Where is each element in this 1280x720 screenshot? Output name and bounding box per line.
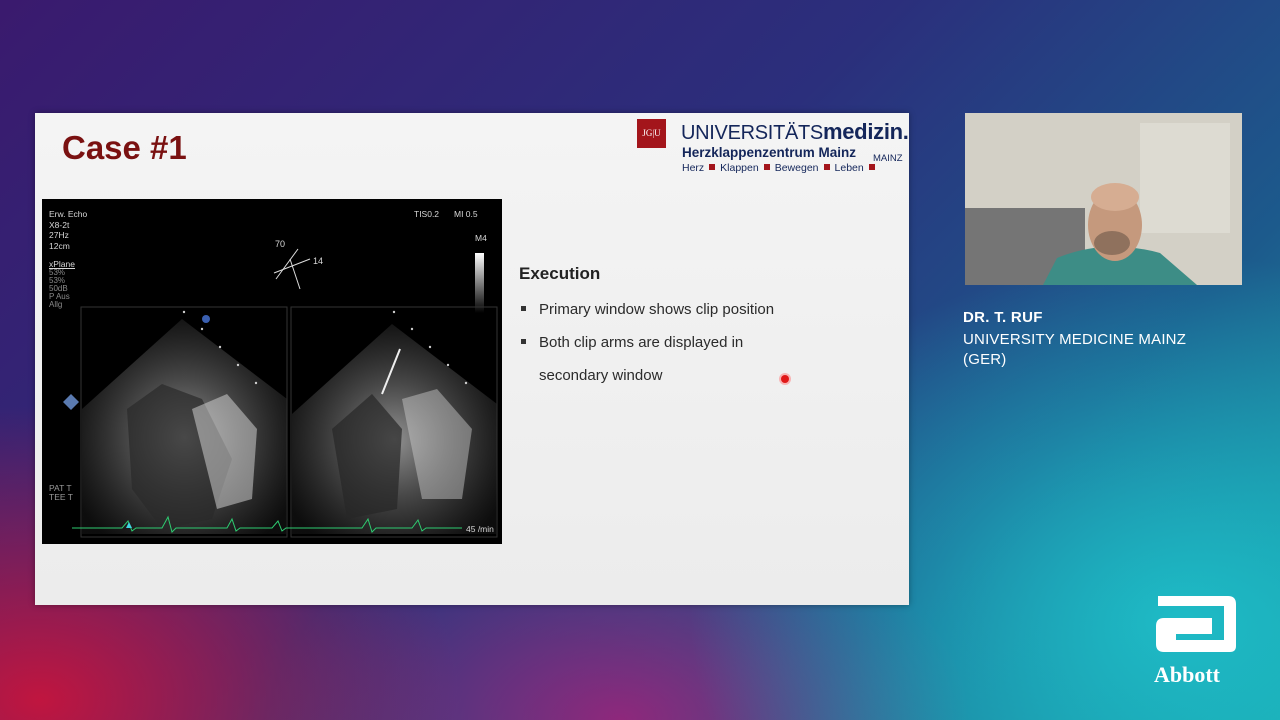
speaker-institution: UNIVERSITY MEDICINE MAINZ (GER)	[963, 331, 1187, 368]
abbott-brand: Abbott	[1150, 588, 1242, 688]
abbott-logo-icon	[1156, 596, 1236, 652]
echo-heart-rate: 45 /min	[466, 524, 494, 534]
bullet-continuation: secondary window	[539, 367, 663, 384]
abbott-wordmark: Abbott	[1154, 662, 1221, 687]
university-logo: JG|U UNIVERSITÄTSmedizin. Herzklappenzen…	[637, 119, 909, 175]
presentation-slide: Case #1 JG|U UNIVERSITÄTSmedizin. Herzkl…	[35, 113, 909, 605]
bullet-item: Both clip arms are displayed in	[519, 326, 879, 359]
university-seal-icon: JG|U	[637, 119, 666, 148]
speaker-silhouette	[965, 113, 1242, 285]
bullet-item: Primary window shows clip position	[519, 293, 879, 326]
echocardiogram-image: Erw. Echo X8-2t 27Hz 12cm xPlane 53% 53% 5…	[42, 199, 502, 544]
bullet-list: Primary window shows clip position Both …	[519, 293, 879, 392]
logo-university-text: UNIVERSITÄTSmedizin.	[681, 119, 909, 144]
echo-temperatures: PAT T TEE T	[49, 483, 73, 502]
echo-sectors	[63, 248, 498, 538]
logo-tagline: Herz Klappen Bewegen Leben	[682, 162, 880, 174]
slide-title: Case #1	[62, 129, 187, 166]
speaker-name: DR. T. RUF	[963, 309, 1043, 326]
section-heading: Execution	[519, 264, 601, 283]
logo-center-name: Herzklappenzentrum Mainz	[682, 145, 857, 160]
laser-pointer-icon	[781, 375, 789, 383]
speaker-video	[965, 113, 1242, 285]
